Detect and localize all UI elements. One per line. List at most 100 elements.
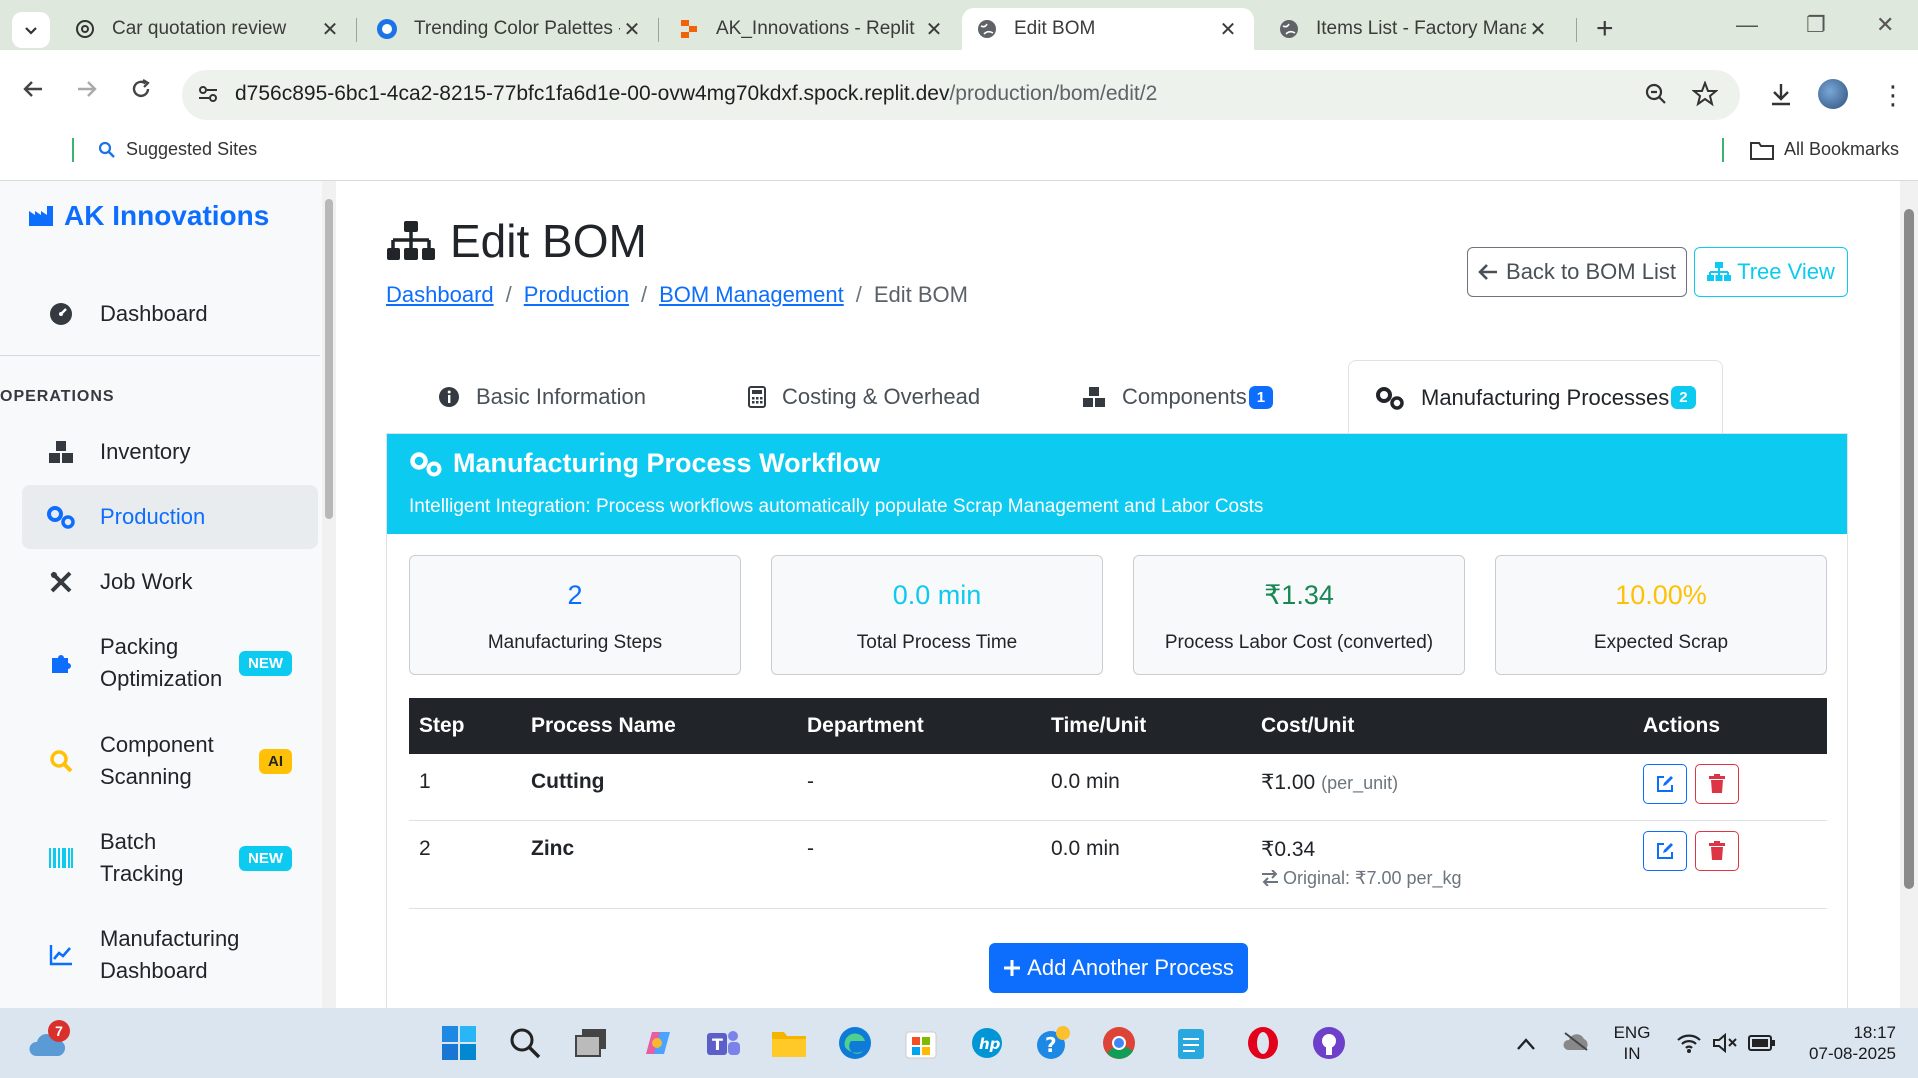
browser-tab-items-list[interactable]: Items List - Factory Mana ✕ bbox=[1264, 8, 1564, 50]
help-icon[interactable]: ? bbox=[1034, 1024, 1072, 1062]
tree-view-button[interactable]: Tree View bbox=[1694, 247, 1848, 297]
sidebar-item-dashboard[interactable]: Dashboard bbox=[22, 292, 318, 336]
original-cost-text: Original: ₹7.00 per_kg bbox=[1283, 868, 1462, 888]
restore-icon[interactable]: ❐ bbox=[1806, 12, 1826, 38]
opera-icon[interactable] bbox=[1244, 1024, 1282, 1062]
tab-search-button[interactable] bbox=[12, 12, 50, 48]
breadcrumb-bom-management[interactable]: BOM Management bbox=[659, 282, 844, 307]
teams-icon[interactable]: T bbox=[704, 1024, 742, 1062]
line-chart-icon bbox=[46, 944, 76, 966]
browser-tab-car-quotation[interactable]: Car quotation review ✕ bbox=[60, 8, 356, 50]
table-header-row: Step Process Name Department Time/Unit C… bbox=[409, 698, 1827, 754]
tab-label: Components bbox=[1122, 384, 1247, 409]
windows-start-icon[interactable] bbox=[440, 1024, 478, 1062]
site-settings-icon[interactable] bbox=[196, 82, 220, 111]
label-line: Manufacturing bbox=[100, 926, 240, 951]
edit-process-button[interactable] bbox=[1643, 764, 1687, 804]
info-circle-icon bbox=[438, 386, 460, 408]
language-indicator[interactable]: ENG IN bbox=[1612, 1022, 1652, 1064]
search-icon[interactable] bbox=[506, 1024, 544, 1062]
browser-tab-color-palettes[interactable]: Trending Color Palettes - ✕ bbox=[362, 8, 658, 50]
tab-separator bbox=[356, 18, 357, 42]
breadcrumb-production[interactable]: Production bbox=[524, 282, 629, 307]
speaker-muted-icon[interactable] bbox=[1712, 1032, 1738, 1059]
tab-title: Items List - Factory Mana bbox=[1316, 18, 1526, 39]
cell-step: 2 bbox=[409, 820, 521, 909]
all-bookmarks-button[interactable]: All Bookmarks bbox=[1750, 139, 1899, 160]
breadcrumb-dashboard[interactable]: Dashboard bbox=[386, 282, 494, 307]
sidebar-item-packing-optimization[interactable]: Packing Optimization NEW bbox=[22, 630, 318, 696]
github-icon[interactable] bbox=[1310, 1024, 1348, 1062]
card-header: Manufacturing Process Workflow Intellige… bbox=[387, 434, 1847, 534]
kebab-menu-icon[interactable]: ⋮ bbox=[1880, 80, 1906, 111]
file-explorer-icon[interactable] bbox=[770, 1024, 808, 1062]
notepad-icon[interactable] bbox=[1172, 1024, 1210, 1062]
edit-process-button[interactable] bbox=[1643, 831, 1687, 871]
svg-text:?: ? bbox=[1045, 1033, 1057, 1057]
sidebar-scrollbar[interactable] bbox=[322, 181, 336, 1008]
microsoft-store-icon[interactable] bbox=[902, 1024, 940, 1062]
tab-basic-information[interactable]: Basic Information bbox=[438, 360, 646, 434]
back-to-bom-list-button[interactable]: Back to BOM List bbox=[1467, 247, 1687, 297]
tab-title: Trending Color Palettes - bbox=[414, 18, 620, 39]
new-badge: NEW bbox=[239, 650, 292, 676]
download-icon[interactable] bbox=[1768, 81, 1794, 112]
close-icon[interactable]: ✕ bbox=[1526, 17, 1550, 42]
onedrive-cloud-icon[interactable] bbox=[1562, 1030, 1590, 1057]
zoom-icon[interactable] bbox=[1644, 82, 1668, 111]
copilot-icon[interactable] bbox=[638, 1024, 676, 1062]
tab-costing-overhead[interactable]: Costing & Overhead bbox=[748, 360, 980, 434]
label-line: Dashboard bbox=[100, 958, 208, 983]
gauge-icon bbox=[46, 302, 76, 326]
bookmark-star-icon[interactable] bbox=[1691, 80, 1719, 112]
tab-components[interactable]: Components 1 bbox=[1082, 360, 1274, 434]
scrollbar-thumb[interactable] bbox=[325, 199, 333, 519]
minimize-icon[interactable]: — bbox=[1736, 12, 1758, 38]
cogs-icon bbox=[410, 451, 442, 476]
add-another-process-button[interactable]: Add Another Process bbox=[989, 943, 1248, 993]
button-label: Tree View bbox=[1737, 259, 1835, 284]
window-close-icon[interactable]: ✕ bbox=[1876, 12, 1894, 38]
wifi-icon[interactable] bbox=[1676, 1032, 1702, 1059]
sidebar-item-manufacturing-dashboard[interactable]: Manufacturing Dashboard bbox=[22, 922, 318, 988]
tab-separator bbox=[658, 18, 659, 42]
chevron-up-icon[interactable] bbox=[1516, 1034, 1536, 1057]
sidebar-item-component-scanning[interactable]: Component Scanning AI bbox=[22, 728, 318, 794]
bookmark-label: Suggested Sites bbox=[126, 139, 258, 159]
task-view-icon[interactable] bbox=[572, 1024, 610, 1062]
hp-icon[interactable]: hp bbox=[968, 1024, 1006, 1062]
industry-icon bbox=[29, 206, 53, 226]
close-icon[interactable]: ✕ bbox=[1216, 17, 1240, 42]
chrome-icon[interactable] bbox=[1100, 1024, 1138, 1062]
close-icon[interactable]: ✕ bbox=[620, 17, 644, 42]
scrollbar-thumb[interactable] bbox=[1904, 209, 1914, 889]
tab-manufacturing-processes[interactable]: Manufacturing Processes 2 bbox=[1348, 360, 1723, 434]
delete-process-button[interactable] bbox=[1695, 764, 1739, 804]
delete-process-button[interactable] bbox=[1695, 831, 1739, 871]
sidebar-item-batch-tracking[interactable]: Batch Tracking NEW bbox=[22, 825, 318, 891]
url-text[interactable]: d756c895-6bc1-4ca2-8215-77bfc1fa6d1e-00-… bbox=[235, 82, 1157, 106]
new-tab-plus-icon[interactable]: + bbox=[1596, 14, 1614, 44]
sidebar-item-label: Job Work bbox=[100, 569, 193, 594]
sidebar-item-inventory[interactable]: Inventory bbox=[22, 430, 318, 474]
back-arrow-icon[interactable] bbox=[22, 78, 44, 107]
close-icon[interactable]: ✕ bbox=[318, 17, 342, 42]
close-icon[interactable]: ✕ bbox=[922, 17, 946, 42]
sidebar-item-production[interactable]: Production bbox=[22, 485, 318, 549]
calculator-icon bbox=[748, 386, 766, 408]
profile-avatar[interactable] bbox=[1818, 79, 1848, 109]
card-title-text: Manufacturing Process Workflow bbox=[453, 448, 881, 478]
brand-logo[interactable]: AK Innovations bbox=[28, 200, 269, 232]
forward-arrow-icon[interactable] bbox=[76, 78, 98, 107]
sidebar-item-job-work[interactable]: Job Work bbox=[22, 560, 318, 604]
page-scrollbar[interactable] bbox=[1900, 181, 1918, 1008]
browser-tab-edit-bom[interactable]: Edit BOM ✕ bbox=[962, 8, 1254, 50]
reload-icon[interactable] bbox=[130, 78, 152, 107]
battery-icon[interactable] bbox=[1748, 1034, 1776, 1057]
column-header-department: Department bbox=[797, 698, 1041, 754]
edge-icon[interactable] bbox=[836, 1024, 874, 1062]
svg-text:hp: hp bbox=[979, 1035, 1001, 1053]
clock[interactable]: 18:17 07-08-2025 bbox=[1796, 1022, 1896, 1064]
suggested-sites-bookmark[interactable]: Suggested Sites bbox=[98, 139, 257, 160]
browser-tab-replit[interactable]: AK_Innovations - Replit ✕ bbox=[664, 8, 960, 50]
